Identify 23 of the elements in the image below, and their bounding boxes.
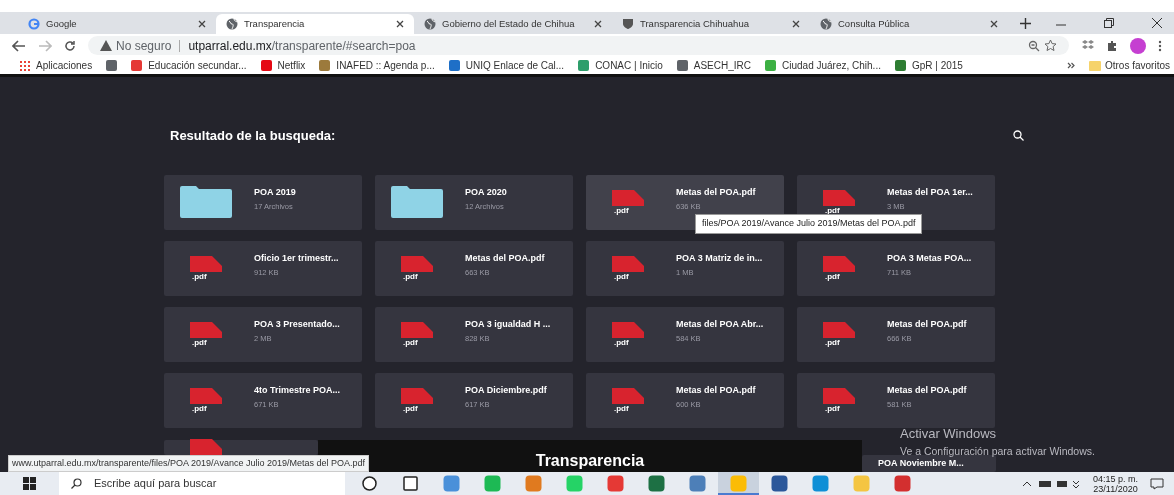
file-name: Metas del POA.pdf: [676, 186, 756, 200]
file-name: POA 3 Metas POA...: [887, 252, 972, 266]
file-name: Metas del POA Abr...: [676, 318, 764, 332]
file-name: POA 3 igualdad H ...: [465, 318, 551, 332]
status-url: www.utparral.edu.mx/transparente/files/POA 2019/Avance Julio 2019/Metas del POA.pdf: [8, 454, 370, 472]
results-heading: Resultado de la busqueda:: [170, 127, 336, 145]
file-name: Metas del POA.pdf: [887, 318, 967, 332]
file-name: POA 2019: [254, 186, 296, 200]
security-label: No seguro: [116, 37, 172, 55]
file-name: POA 2020: [465, 186, 507, 200]
file-name: POA Noviembre M...: [878, 457, 964, 470]
file-name: 4to Trimestre POA...: [254, 384, 341, 398]
file-name: POA 3 Matriz de in...: [676, 252, 763, 266]
file-name: Metas del POA.pdf: [465, 252, 545, 266]
file-name: Oficio 1er trimestr...: [254, 252, 339, 266]
file-name: POA Diciembre.pdf: [465, 384, 547, 398]
file-name: POA 3 Presentado...: [254, 318, 340, 332]
activation-title: Activar Windows: [900, 425, 998, 443]
url-text: utparral.edu.mx/transparente/#search=poa: [188, 37, 416, 55]
tooltip: files/POA 2019/Avance Julio 2019/Metas del POA.pdf: [695, 214, 923, 234]
file-name: Metas del POA.pdf: [676, 384, 756, 398]
file-name: Metas del POA.pdf: [887, 384, 967, 398]
file-name: Metas del POA 1er...: [887, 186, 973, 200]
